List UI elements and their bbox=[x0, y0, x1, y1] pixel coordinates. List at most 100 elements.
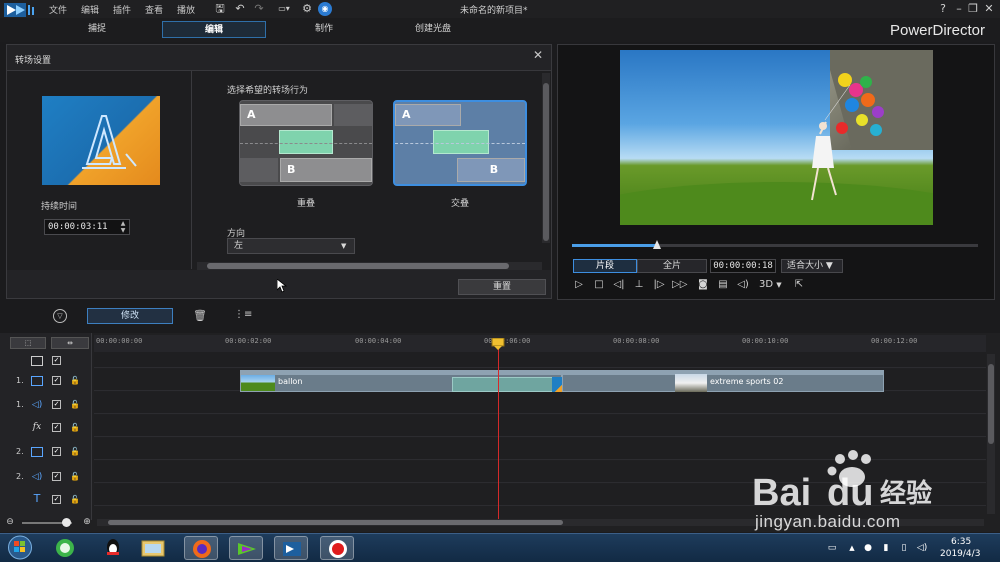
close-icon[interactable]: ✕ bbox=[531, 48, 545, 62]
next-frame-icon[interactable]: |▷ bbox=[652, 278, 666, 292]
taskbar-app-media-player[interactable] bbox=[229, 536, 263, 560]
subtitle-icon[interactable]: ▤ bbox=[716, 278, 730, 292]
delete-trash-icon[interactable]: 🗑 bbox=[193, 309, 207, 323]
svg-text:Bai: Bai bbox=[752, 472, 811, 514]
clip-top-strip bbox=[241, 371, 561, 375]
track-enable-checkbox[interactable]: ✓ bbox=[52, 495, 61, 504]
aspect-ratio-icon[interactable]: ▭▾ bbox=[272, 2, 296, 16]
tray-battery-icon[interactable]: ▯ bbox=[898, 542, 910, 554]
fit-size-select[interactable]: 适合大小 ▼ bbox=[781, 259, 843, 273]
clip-a-block: A bbox=[240, 104, 332, 126]
menu-view[interactable]: 查看 bbox=[145, 3, 163, 16]
minimize-icon[interactable]: – bbox=[952, 2, 966, 16]
lock-icon[interactable]: 🔓 bbox=[70, 472, 80, 482]
svg-text:du: du bbox=[827, 472, 873, 514]
track-enable-checkbox[interactable]: ✓ bbox=[52, 356, 61, 365]
more-options-icon[interactable]: ⋮≡ bbox=[234, 309, 252, 323]
tab-create-disc[interactable]: 创建光盘 bbox=[381, 21, 485, 38]
settings-gear-icon[interactable]: ⚙ bbox=[300, 2, 314, 16]
undo-icon[interactable]: ↶ bbox=[233, 2, 247, 16]
lock-icon[interactable]: 🔓 bbox=[70, 495, 80, 505]
taskbar-app-browser-green[interactable] bbox=[48, 536, 82, 560]
tab-capture[interactable]: 捕捉 bbox=[45, 21, 149, 38]
transition-block bbox=[433, 130, 489, 154]
menu-edit[interactable]: 编辑 bbox=[81, 3, 99, 16]
behavior-option-overlap[interactable]: A B bbox=[239, 100, 373, 186]
panel-vertical-scroll-thumb[interactable] bbox=[543, 83, 549, 241]
menu-plugins[interactable]: 插件 bbox=[113, 3, 131, 16]
save-icon[interactable]: 🖫 bbox=[213, 2, 227, 16]
fast-forward-icon[interactable]: ▷▷ bbox=[672, 278, 687, 292]
track-manager-icon[interactable]: ⬚ bbox=[10, 337, 46, 349]
clip-label: extreme sports 02 bbox=[710, 377, 784, 386]
panel-horizontal-scroll-thumb[interactable] bbox=[207, 263, 509, 269]
zoom-out-icon[interactable]: ⊖ bbox=[5, 517, 15, 527]
taskbar-app-qq[interactable] bbox=[96, 536, 130, 560]
modify-button[interactable]: 修改 bbox=[87, 308, 173, 324]
tray-network-icon[interactable]: ▭ bbox=[826, 542, 838, 554]
lock-icon[interactable]: 🔓 bbox=[70, 423, 80, 433]
taskbar-app-firefox[interactable] bbox=[184, 536, 218, 560]
reset-button[interactable]: 重置 bbox=[458, 279, 546, 295]
taskbar-app-recorder[interactable] bbox=[320, 536, 354, 560]
split-marker-icon[interactable]: ⊥ bbox=[632, 278, 646, 292]
menu-play[interactable]: 播放 bbox=[177, 3, 195, 16]
volume-icon[interactable]: ◁) bbox=[736, 278, 750, 292]
seek-handle-icon[interactable] bbox=[653, 240, 662, 249]
duration-label: 持续时间 bbox=[41, 202, 78, 212]
direction-select[interactable]: 左 bbox=[227, 238, 355, 254]
clip-b-block: B bbox=[280, 158, 372, 182]
tab-edit[interactable]: 编辑 bbox=[162, 21, 266, 38]
lock-icon[interactable]: 🔓 bbox=[70, 376, 80, 386]
snapshot-camera-icon[interactable]: ◙ bbox=[696, 278, 710, 292]
clip-mode-button[interactable]: 片段 bbox=[573, 259, 637, 273]
timeline-horizontal-scroll-thumb[interactable] bbox=[108, 520, 563, 525]
tray-expand-icon[interactable]: ▲ bbox=[846, 542, 858, 554]
video-clip-extreme-sports[interactable]: extreme sports 02 bbox=[562, 370, 884, 392]
ruler-tick-label: 00:00:04:00 bbox=[355, 337, 402, 345]
help-icon[interactable]: ? bbox=[936, 2, 950, 16]
track-enable-checkbox[interactable]: ✓ bbox=[52, 423, 61, 432]
tray-signal-icon[interactable]: ▮ bbox=[880, 542, 892, 554]
clock-date[interactable]: 2019/4/3 bbox=[940, 549, 980, 559]
zoom-in-icon[interactable]: ⊕ bbox=[82, 517, 92, 527]
zoom-slider-handle[interactable] bbox=[62, 518, 71, 527]
app-logo-icon bbox=[4, 2, 38, 18]
previous-frame-icon[interactable]: ◁| bbox=[612, 278, 626, 292]
tray-volume-icon[interactable]: ◁) bbox=[916, 542, 928, 554]
track-enable-checkbox[interactable]: ✓ bbox=[52, 400, 61, 409]
preview-video[interactable] bbox=[620, 50, 933, 225]
tab-produce[interactable]: 制作 bbox=[272, 21, 376, 38]
3d-mode-label[interactable]: 3D bbox=[758, 278, 774, 292]
redo-icon[interactable]: ↷ bbox=[252, 2, 266, 16]
fit-timeline-icon[interactable]: ⇹ bbox=[51, 337, 89, 349]
track-number: 1. bbox=[16, 400, 24, 409]
behavior-option-cross[interactable]: A B bbox=[393, 100, 527, 186]
undock-window-icon[interactable]: ⇱ bbox=[792, 278, 806, 292]
play-icon[interactable]: ▷ bbox=[572, 278, 586, 292]
close-icon[interactable]: ✕ bbox=[982, 2, 996, 16]
track-number: 1. bbox=[16, 376, 24, 385]
lock-icon[interactable]: 🔓 bbox=[70, 400, 80, 410]
account-icon[interactable]: ◉ bbox=[318, 2, 332, 16]
clock-time[interactable]: 6:35 bbox=[951, 537, 971, 547]
tray-wechat-icon[interactable]: ● bbox=[862, 542, 874, 554]
chevron-down-icon[interactable]: ▼ bbox=[774, 278, 784, 292]
taskbar-app-explorer[interactable] bbox=[136, 536, 170, 560]
expand-collapse-icon[interactable]: ▽ bbox=[53, 309, 67, 323]
track-enable-checkbox[interactable]: ✓ bbox=[52, 376, 61, 385]
preview-timecode[interactable]: 00:00:00:18 bbox=[710, 259, 776, 273]
timeline-vertical-scroll-thumb[interactable] bbox=[988, 364, 994, 444]
start-button-icon[interactable] bbox=[6, 535, 34, 560]
menu-file[interactable]: 文件 bbox=[49, 3, 67, 16]
track-enable-checkbox[interactable]: ✓ bbox=[52, 472, 61, 481]
track-enable-checkbox[interactable]: ✓ bbox=[52, 447, 61, 456]
movie-mode-button[interactable]: 全片 bbox=[637, 259, 707, 273]
duration-spinner-icon[interactable]: ▲ ▼ bbox=[117, 220, 129, 234]
lock-icon[interactable]: 🔓 bbox=[70, 447, 80, 457]
taskbar-app-powerdirector[interactable] bbox=[274, 536, 308, 560]
playhead-handle-icon[interactable] bbox=[491, 338, 505, 350]
restore-icon[interactable]: ❐ bbox=[966, 2, 980, 16]
brand-label: PowerDirector bbox=[890, 22, 986, 39]
stop-icon[interactable]: □ bbox=[592, 278, 606, 292]
